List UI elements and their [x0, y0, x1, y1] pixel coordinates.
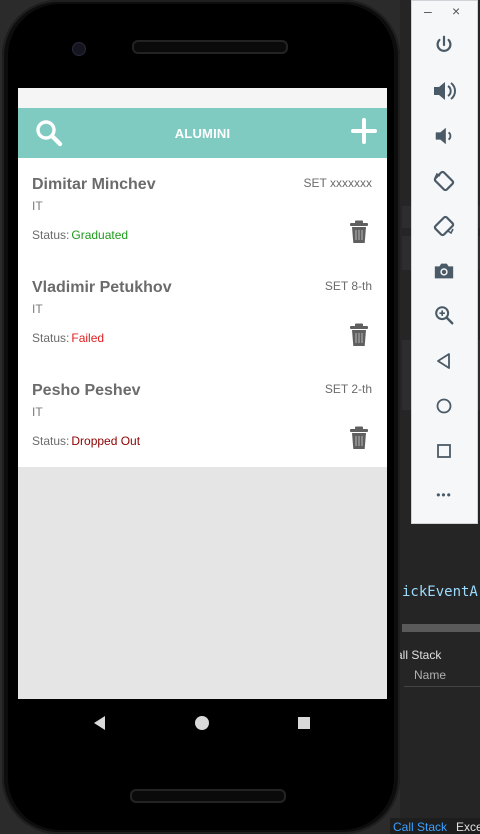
- trash-icon[interactable]: [349, 323, 369, 347]
- student-set: SET xxxxxxx: [303, 176, 372, 190]
- status-row: Status: Dropped Out: [32, 434, 140, 448]
- student-card[interactable]: Pesho Peshev SET 2-th IT Status: Dropped …: [18, 364, 387, 467]
- overview-icon[interactable]: [430, 437, 458, 465]
- trash-icon[interactable]: [349, 220, 369, 244]
- zoom-icon[interactable]: [430, 301, 458, 329]
- status-row: Status: Failed: [32, 331, 104, 345]
- status-label: Status:: [32, 228, 70, 242]
- earpiece-speaker: [132, 40, 288, 54]
- app-title: ALUMINI: [174, 125, 231, 141]
- student-name: Vladimir Petukhov: [32, 279, 172, 296]
- rotate-left-icon[interactable]: [430, 167, 458, 195]
- student-dept: IT: [32, 405, 43, 419]
- camera-icon[interactable]: [430, 257, 458, 285]
- tab-exceptions[interactable]: Exce: [456, 820, 480, 834]
- front-camera: [72, 42, 86, 56]
- back-icon[interactable]: [430, 347, 458, 375]
- ide-panel-title: all Stack: [396, 648, 442, 662]
- rotate-right-icon[interactable]: [430, 212, 458, 240]
- ide-scrollbar[interactable]: [402, 624, 480, 632]
- status-value: Failed: [71, 331, 105, 345]
- close-button[interactable]: ×: [452, 3, 460, 19]
- status-row: Status: Graduated: [32, 228, 128, 242]
- student-dept: IT: [32, 199, 43, 213]
- student-name: Pesho Peshev: [32, 382, 141, 399]
- ide-code-text: ickEventA: [402, 584, 478, 600]
- status-label: Status:: [32, 331, 70, 345]
- minimize-button[interactable]: –: [424, 3, 432, 19]
- student-card[interactable]: Vladimir Petukhov SET 8-th IT Status: Fai…: [18, 261, 387, 364]
- status-value: Dropped Out: [71, 434, 141, 448]
- power-icon[interactable]: [430, 31, 458, 59]
- tab-call-stack[interactable]: Call Stack: [393, 820, 447, 834]
- student-card[interactable]: Dimitar Minchev SET xxxxxxx IT Status: Gr…: [18, 158, 387, 261]
- more-icon[interactable]: •••: [430, 481, 458, 509]
- app-bar: ALUMINI: [18, 108, 387, 158]
- ide-column-name[interactable]: Name: [414, 668, 446, 682]
- home-circle-icon[interactable]: [192, 713, 212, 733]
- plus-icon[interactable]: [351, 118, 381, 148]
- student-list: Dimitar Minchev SET xxxxxxx IT Status: Gr…: [18, 158, 387, 467]
- app-screen: ALUMINI Dimitar Minchev SET xxxxxxx IT S…: [18, 88, 387, 699]
- android-nav-bar: [18, 699, 387, 747]
- ide-divider: [404, 686, 480, 687]
- status-value: Graduated: [71, 228, 129, 242]
- status-bar: [18, 88, 387, 108]
- home-icon[interactable]: [430, 392, 458, 420]
- student-dept: IT: [32, 302, 43, 316]
- volume-down-icon[interactable]: [430, 122, 458, 150]
- student-set: SET 8-th: [324, 279, 372, 293]
- emulator-toolbar: – × •••: [411, 0, 478, 524]
- trash-icon[interactable]: [349, 426, 369, 450]
- phone-frame: ALUMINI Dimitar Minchev SET xxxxxxx IT S…: [2, 0, 400, 834]
- recents-square-icon[interactable]: [294, 713, 314, 733]
- search-icon[interactable]: [34, 118, 64, 148]
- student-set: SET 2-th: [324, 382, 372, 396]
- back-triangle-icon[interactable]: [90, 713, 110, 733]
- student-name: Dimitar Minchev: [32, 176, 156, 193]
- volume-up-icon[interactable]: [430, 77, 458, 105]
- bottom-speaker: [130, 789, 286, 803]
- status-label: Status:: [32, 434, 70, 448]
